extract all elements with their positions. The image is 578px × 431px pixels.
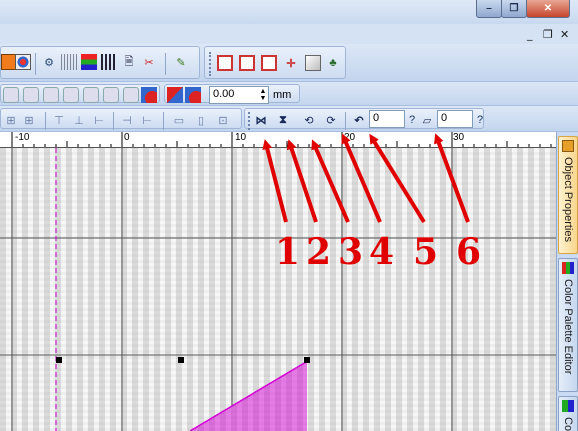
align-3-icon[interactable]: ⊤: [51, 112, 67, 128]
selection-handle[interactable]: [178, 357, 184, 363]
menu-bar: _ ❐ ✕: [0, 24, 578, 44]
shape-4-icon[interactable]: [63, 87, 79, 103]
grid-dots-icon[interactable]: [61, 54, 77, 70]
annotation-number: 4: [369, 231, 395, 273]
horizontal-ruler: -10 0 10 20 30: [0, 132, 556, 148]
shape-6-icon[interactable]: [103, 87, 119, 103]
close-icon: ✕: [543, 3, 553, 14]
shape-7-icon[interactable]: [123, 87, 139, 103]
shape-toolbar: 0.00 ▲ ▼ mm: [0, 82, 578, 106]
tab-label: Color Palette Editor: [562, 279, 574, 375]
shape-color-icon[interactable]: [141, 87, 157, 103]
size-3-icon[interactable]: ⊡: [215, 112, 231, 128]
distribute-1-icon[interactable]: ⊣: [119, 112, 135, 128]
color-icon: [562, 400, 574, 412]
ruler-label: 0: [124, 132, 130, 143]
wizard-icon[interactable]: ✎: [173, 54, 189, 70]
rotate-help-button[interactable]: ?: [409, 114, 415, 126]
ruler-label: 10: [235, 132, 247, 143]
outline-color-icon[interactable]: [185, 87, 201, 103]
toolbar-group-align: ⊞ ⊞ ⊤ ⊥ ⊢ ⊣ ⊢ ▭ ▯ ⊡: [0, 108, 242, 130]
ruler-label: 20: [344, 132, 356, 143]
distribute-2-icon[interactable]: ⊢: [139, 112, 155, 128]
mdi-minimize-button[interactable]: _: [527, 28, 533, 41]
align-4-icon[interactable]: ⊥: [71, 112, 87, 128]
thread-colors-icon[interactable]: [15, 54, 31, 70]
palette-icon: [562, 262, 574, 274]
tab-label: Object Properties: [562, 157, 574, 242]
slant-help-button[interactable]: ?: [477, 114, 483, 126]
annotation-number: 2: [306, 231, 332, 273]
ruler-ticks: [11, 132, 552, 147]
align-2-icon[interactable]: ⊞: [21, 112, 37, 128]
slant-icon[interactable]: ▱: [419, 112, 435, 128]
size-spinner-icon[interactable]: ▲ ▼: [255, 87, 271, 103]
mdi-close-button[interactable]: ✕: [560, 28, 569, 41]
shape-2-icon[interactable]: [23, 87, 39, 103]
minimize-icon: –: [486, 3, 492, 14]
mdi-restore-button[interactable]: ❐: [543, 28, 553, 41]
restore-icon: ❐: [509, 3, 519, 14]
frame-c-icon[interactable]: [261, 55, 277, 71]
tab-color-palette-editor[interactable]: Color Palette Editor: [558, 258, 578, 392]
network-icon[interactable]: ⚙: [41, 54, 57, 70]
right-dock: Object Properties Color Palette Editor C…: [556, 132, 578, 431]
selection-handle[interactable]: [56, 357, 62, 363]
worksheet-icon[interactable]: 🗎: [121, 54, 137, 70]
color-bars-icon[interactable]: [81, 54, 97, 70]
stitch-object[interactable]: [189, 361, 307, 431]
toolbar-group-frames: ✛ ♣: [204, 46, 346, 79]
toolbar-group-shapes: [0, 84, 160, 103]
annotation-number: 3: [338, 231, 364, 273]
tab-label: Co: [562, 417, 574, 431]
slant-angle-input[interactable]: 0: [437, 110, 473, 128]
window-titlebar: – ❐ ✕: [0, 0, 578, 24]
frame-b-icon[interactable]: [239, 55, 255, 71]
selection-handle[interactable]: [304, 357, 310, 363]
annotation-number: 5: [413, 231, 439, 273]
thread-spool-icon[interactable]: ✂: [141, 54, 157, 70]
rotate-angle-input[interactable]: 0: [369, 110, 405, 128]
properties-icon: [562, 140, 574, 152]
restore-window-button[interactable]: ❐: [501, 0, 527, 18]
ruler-label: 30: [453, 132, 465, 143]
fill-color-icon[interactable]: [167, 87, 183, 103]
shape-1-icon[interactable]: [3, 87, 19, 103]
tab-object-properties[interactable]: Object Properties: [558, 136, 578, 254]
size-2-icon[interactable]: ▯: [193, 112, 209, 128]
center-cross-icon[interactable]: ✛: [283, 55, 299, 71]
rotate-left-icon[interactable]: ⟲: [301, 112, 317, 128]
hoop-icon[interactable]: [305, 55, 321, 71]
frame-a-icon[interactable]: [217, 55, 233, 71]
mirror-horizontal-icon[interactable]: ⋈: [253, 112, 269, 128]
toolbar-group-display: ⚙ 🗎 ✂ ✎: [0, 46, 200, 79]
annotation-number: 6: [456, 231, 482, 273]
design-canvas[interactable]: [0, 148, 556, 431]
toolbar-group-size: 0.00 ▲ ▼ mm: [164, 84, 300, 104]
canvas-overlay: [0, 148, 556, 431]
shape-5-icon[interactable]: [83, 87, 99, 103]
shape-3-icon[interactable]: [43, 87, 59, 103]
align-1-icon[interactable]: ⊞: [3, 112, 19, 128]
align-5-icon[interactable]: ⊢: [91, 112, 107, 128]
size-1-icon[interactable]: ▭: [171, 112, 187, 128]
size-unit-label: mm: [273, 89, 292, 101]
tab-co[interactable]: Co: [558, 396, 578, 431]
tree-icon[interactable]: ♣: [325, 55, 341, 71]
transform-toolbar: ⊞ ⊞ ⊤ ⊥ ⊢ ⊣ ⊢ ▭ ▯ ⊡ ⋈ ⧗ ⟲ ⟳ ↶ 0 ? ▱ 0 ?: [0, 106, 578, 132]
main-toolbar: ⚙ 🗎 ✂ ✎ ✛ ♣: [0, 44, 578, 82]
mirror-vertical-icon[interactable]: ⧗: [275, 112, 291, 128]
rotate-angle-icon[interactable]: ↶: [351, 112, 367, 128]
toolbar-group-transform: ⋈ ⧗ ⟲ ⟳ ↶ 0 ? ▱ 0 ?: [244, 108, 484, 130]
annotation-number: 1: [275, 231, 301, 273]
barcode-icon[interactable]: [101, 54, 117, 70]
close-window-button[interactable]: ✕: [526, 0, 570, 18]
rotate-right-icon[interactable]: ⟳: [323, 112, 339, 128]
ruler-label: -10: [15, 132, 30, 143]
minimize-window-button[interactable]: –: [476, 0, 502, 18]
